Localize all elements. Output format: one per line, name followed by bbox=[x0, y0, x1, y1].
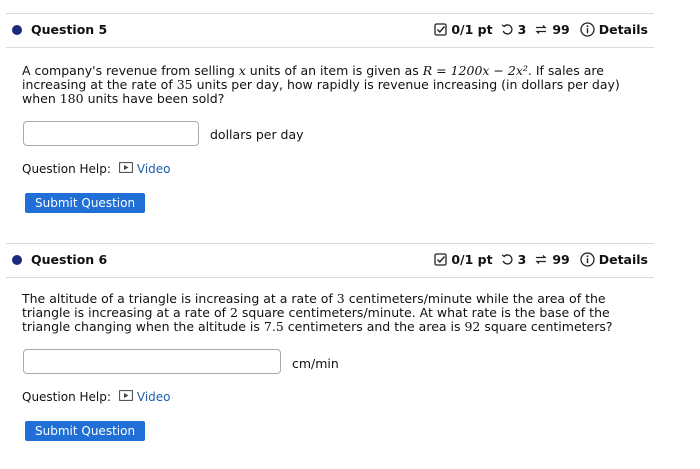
score-text: 0/1 pt bbox=[451, 22, 493, 37]
video-play-icon bbox=[118, 162, 133, 176]
question-meta: 0/1 pt 3 99 Details bbox=[434, 252, 648, 267]
retries-count: 3 bbox=[517, 22, 527, 37]
retry-icon bbox=[501, 253, 514, 266]
question-help: Question Help: Video bbox=[22, 162, 171, 176]
video-link[interactable]: Video bbox=[118, 390, 171, 404]
video-link[interactable]: Video bbox=[118, 162, 171, 176]
question-title: Question 6 bbox=[31, 252, 108, 267]
question-header: Question 5 0/1 pt 3 99 Details bbox=[6, 13, 654, 48]
attempts-icon bbox=[534, 253, 548, 266]
submit-question-button[interactable]: Submit Question bbox=[25, 421, 146, 441]
details-link[interactable]: Details bbox=[599, 22, 648, 37]
bullet-icon bbox=[12, 255, 22, 265]
score-text: 0/1 pt bbox=[451, 252, 493, 267]
question-5: Question 5 0/1 pt 3 99 Details A company… bbox=[6, 13, 654, 223]
question-help-label: Question Help: bbox=[22, 162, 111, 176]
bullet-icon bbox=[12, 25, 22, 35]
info-icon[interactable] bbox=[580, 22, 595, 37]
question-title: Question 5 bbox=[31, 22, 108, 37]
question-header: Question 6 0/1 pt 3 99 Details bbox=[6, 243, 654, 278]
attempts-count: 99 bbox=[552, 22, 570, 37]
retries-count: 3 bbox=[517, 252, 527, 267]
retry-icon bbox=[501, 23, 514, 36]
question-stem: A company's revenue from selling x units… bbox=[22, 63, 620, 106]
variable-x: x bbox=[238, 63, 246, 78]
question-stem: The altitude of a triangle is increasing… bbox=[22, 291, 613, 334]
question-6: Question 6 0/1 pt 3 99 Details The altit… bbox=[6, 243, 654, 453]
answer-unit: cm/min bbox=[292, 356, 339, 371]
question-meta: 0/1 pt 3 99 Details bbox=[434, 22, 648, 37]
video-play-icon bbox=[118, 390, 133, 404]
checkbox-score-icon bbox=[434, 23, 448, 36]
attempts-icon bbox=[534, 23, 548, 36]
answer-input[interactable] bbox=[23, 349, 281, 374]
details-link[interactable]: Details bbox=[599, 252, 648, 267]
answer-unit: dollars per day bbox=[210, 127, 304, 142]
question-help-label: Question Help: bbox=[22, 390, 111, 404]
info-icon[interactable] bbox=[580, 252, 595, 267]
attempts-count: 99 bbox=[552, 252, 570, 267]
checkbox-score-icon bbox=[434, 253, 448, 266]
question-help: Question Help: Video bbox=[22, 390, 171, 404]
video-label: Video bbox=[136, 162, 171, 176]
submit-question-button[interactable]: Submit Question bbox=[25, 193, 146, 213]
revenue-formula: R = 1200x − 2x² bbox=[422, 63, 528, 78]
video-label: Video bbox=[136, 390, 171, 404]
answer-input[interactable] bbox=[23, 121, 199, 146]
